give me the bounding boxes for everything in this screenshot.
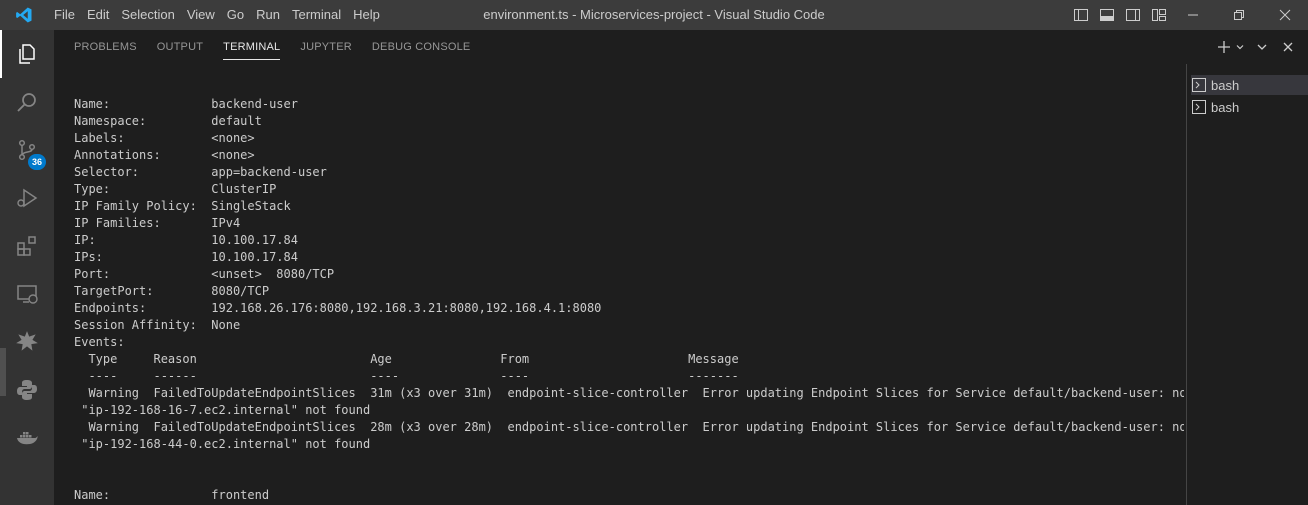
toggle-primary-sidebar-icon[interactable]	[1070, 4, 1092, 26]
layout-controls	[1070, 0, 1170, 30]
terminal-line: TargetPort: 8080/TCP	[74, 284, 270, 298]
title-bar: File Edit Selection View Go Run Terminal…	[0, 0, 1308, 30]
source-control-badge: 36	[28, 154, 46, 170]
menu-selection[interactable]: Selection	[115, 0, 180, 30]
terminal-output[interactable]: Name: backend-user Namespace: default La…	[74, 96, 1184, 505]
docker-icon[interactable]	[0, 414, 54, 462]
terminal-line: Session Affinity: None	[74, 318, 241, 332]
restore-icon[interactable]	[1216, 0, 1262, 30]
terminal-line: ---- ------ ---- ---- -------	[74, 369, 739, 383]
terminal-tab-bash-1[interactable]: bash	[1191, 75, 1308, 95]
activity-bar: 36	[0, 30, 54, 505]
terminal-line: Type: ClusterIP	[74, 182, 277, 196]
terminal-line: Warning FailedToUpdateEndpointSlices 31m…	[74, 386, 1184, 400]
close-panel-icon[interactable]	[1278, 36, 1298, 58]
panel-actions	[1214, 30, 1298, 64]
explorer-icon[interactable]	[0, 30, 54, 78]
terminal-line: Name: frontend	[74, 488, 270, 502]
menu-go[interactable]: Go	[221, 0, 250, 30]
kubernetes-icon[interactable]	[0, 318, 54, 366]
terminal-tab-label: bash	[1211, 99, 1240, 115]
maximize-panel-chevron-icon[interactable]	[1252, 36, 1272, 58]
toggle-secondary-sidebar-icon[interactable]	[1122, 4, 1144, 26]
terminal-line: IP: 10.100.17.84	[74, 233, 298, 247]
terminal-line: "ip-192-168-44-0.ec2.internal" not found	[74, 437, 371, 451]
terminal-tab-bash-2[interactable]: bash	[1191, 97, 1308, 117]
terminal-line: IPs: 10.100.17.84	[74, 250, 298, 264]
terminal-tabs-list: bash bash	[1186, 64, 1308, 505]
terminal-line: IP Family Policy: SingleStack	[74, 199, 291, 213]
terminal-line: Annotations: <none>	[74, 148, 255, 162]
source-control-icon[interactable]: 36	[0, 126, 54, 174]
menu-file[interactable]: File	[48, 0, 81, 30]
tab-terminal[interactable]: TERMINAL	[213, 30, 290, 64]
close-window-icon[interactable]	[1262, 0, 1308, 30]
new-terminal-plus-icon[interactable]	[1214, 36, 1234, 58]
menu-edit[interactable]: Edit	[81, 0, 115, 30]
tab-problems[interactable]: PROBLEMS	[64, 30, 147, 64]
menu-terminal[interactable]: Terminal	[286, 0, 347, 30]
terminal-line: Type Reason Age From Message	[74, 352, 739, 366]
search-icon[interactable]	[0, 78, 54, 126]
terminal-line: Selector: app=backend-user	[74, 165, 327, 179]
terminal-icon	[1191, 77, 1207, 93]
remote-explorer-icon[interactable]	[0, 270, 54, 318]
extensions-icon[interactable]	[0, 222, 54, 270]
terminal-line: Namespace: default	[74, 114, 262, 128]
python-icon[interactable]	[0, 366, 54, 414]
tab-debug-console[interactable]: DEBUG CONSOLE	[362, 30, 481, 64]
terminal-line: Labels: <none>	[74, 131, 255, 145]
tab-jupyter[interactable]: JUPYTER	[290, 30, 362, 64]
menu-run[interactable]: Run	[250, 0, 286, 30]
panel-tabs: PROBLEMS OUTPUT TERMINAL JUPYTER DEBUG C…	[64, 30, 480, 64]
customize-layout-icon[interactable]	[1148, 4, 1170, 26]
terminal-line: "ip-192-168-16-7.ec2.internal" not found	[74, 403, 371, 417]
window-controls	[1170, 0, 1308, 30]
toggle-panel-icon[interactable]	[1096, 4, 1118, 26]
vscode-logo-icon	[0, 0, 48, 30]
terminal-line: Events:	[74, 335, 125, 349]
minimize-icon[interactable]	[1170, 0, 1216, 30]
active-indicator	[0, 30, 2, 78]
terminal-tab-label: bash	[1211, 77, 1240, 93]
menu-view[interactable]: View	[181, 0, 221, 30]
tab-output[interactable]: OUTPUT	[147, 30, 213, 64]
terminal-line: Warning FailedToUpdateEndpointSlices 28m…	[74, 420, 1184, 434]
terminal-line: IP Families: IPv4	[74, 216, 241, 230]
terminal-line: Endpoints: 192.168.26.176:8080,192.168.3…	[74, 301, 602, 315]
terminal-icon	[1191, 99, 1207, 115]
menu-help[interactable]: Help	[347, 0, 386, 30]
terminal-line: Port: <unset> 8080/TCP	[74, 267, 335, 281]
terminal-line: Name: backend-user	[74, 97, 298, 111]
run-debug-icon[interactable]	[0, 174, 54, 222]
launch-profile-chevron-icon[interactable]	[1234, 36, 1246, 58]
menu-bar: File Edit Selection View Go Run Terminal…	[48, 0, 386, 30]
panel: PROBLEMS OUTPUT TERMINAL JUPYTER DEBUG C…	[54, 30, 1308, 505]
